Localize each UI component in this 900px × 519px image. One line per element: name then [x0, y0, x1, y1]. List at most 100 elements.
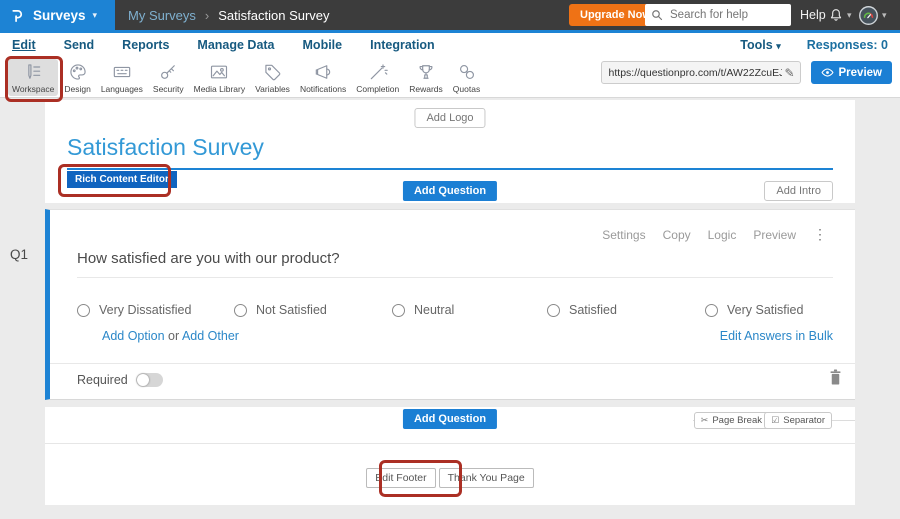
palette-icon	[68, 62, 88, 82]
question-settings-button[interactable]: Settings	[602, 228, 645, 242]
question-logic-button[interactable]: Logic	[708, 228, 737, 242]
toolbar-item-variables[interactable]: Variables	[251, 59, 294, 96]
eye-icon	[821, 66, 834, 79]
edit-url-icon[interactable]: ✎	[784, 66, 794, 80]
survey-header-section: Add Logo Satisfaction Survey Rich Conten…	[45, 100, 855, 203]
notifications-menu[interactable]: ▾	[828, 0, 852, 30]
tab-manage-data[interactable]: Manage Data	[197, 38, 274, 52]
survey-footer-section: Add Question ✂ Page Break ☑ Separator Ed…	[45, 407, 855, 505]
separator-button[interactable]: ☑ Separator	[764, 412, 832, 429]
breadcrumb-my-surveys[interactable]: My Surveys	[128, 8, 196, 23]
question-number: Q1	[10, 247, 28, 262]
product-menu[interactable]: Surveys ▾	[0, 0, 115, 30]
required-toggle[interactable]	[136, 373, 163, 387]
tab-reports[interactable]: Reports	[122, 38, 169, 52]
top-bar: Surveys ▾ My Surveys › Satisfaction Surv…	[0, 0, 900, 30]
add-option-row: Add Option or Add Other	[102, 329, 239, 343]
bell-icon	[828, 7, 844, 23]
chevron-down-icon: ▾	[776, 41, 781, 51]
thank-you-page-button[interactable]: Thank You Page	[439, 468, 534, 488]
edit-footer-button[interactable]: Edit Footer	[366, 468, 435, 488]
option-label[interactable]: Very Dissatisfied	[99, 303, 191, 317]
edit-answers-in-bulk-link[interactable]: Edit Answers in Bulk	[720, 329, 833, 343]
toolbar-item-rewards[interactable]: Rewards	[405, 59, 447, 96]
add-intro-button[interactable]: Add Intro	[764, 181, 833, 201]
chevron-down-icon: ▾	[847, 10, 852, 21]
preview-button[interactable]: Preview	[811, 61, 892, 84]
answer-option: Very Dissatisfied	[77, 303, 191, 317]
add-question-button-bottom[interactable]: Add Question	[403, 409, 497, 429]
image-icon	[209, 62, 229, 82]
question-copy-button[interactable]: Copy	[663, 228, 691, 242]
chain-links-icon	[457, 62, 477, 82]
chevron-down-icon: ▾	[882, 10, 887, 21]
separator-icon: ☑	[771, 415, 779, 426]
megaphone-icon	[313, 62, 333, 82]
question-preview-button[interactable]: Preview	[753, 228, 796, 242]
breadcrumb: My Surveys › Satisfaction Survey	[128, 0, 330, 30]
responses-count[interactable]: Responses: 0	[807, 38, 888, 52]
chevron-down-icon: ▾	[93, 10, 98, 21]
toolbar-item-languages[interactable]: Languages	[97, 59, 147, 96]
radio-button[interactable]	[77, 304, 90, 317]
tab-mobile[interactable]: Mobile	[303, 38, 343, 52]
toolbar-item-security[interactable]: Security	[149, 59, 188, 96]
tab-edit[interactable]: Edit	[12, 38, 36, 52]
tools-dropdown[interactable]: Tools ▾	[740, 38, 780, 52]
add-question-button-top[interactable]: Add Question	[403, 181, 497, 201]
toolbar-item-workspace[interactable]: Workspace	[8, 59, 58, 96]
account-menu[interactable]: ▾	[858, 0, 887, 30]
questionpro-survey-editor: Surveys ▾ My Surveys › Satisfaction Surv…	[0, 0, 900, 519]
scissors-icon: ✂	[701, 415, 709, 426]
toolbar-item-design[interactable]: Design	[60, 59, 94, 96]
search-input[interactable]	[668, 8, 782, 22]
delete-question-icon[interactable]	[828, 368, 843, 386]
toolbar-item-completion[interactable]: Completion	[352, 59, 403, 96]
trophy-icon	[416, 62, 436, 82]
tab-integration[interactable]: Integration	[370, 38, 435, 52]
radio-button[interactable]	[547, 304, 560, 317]
rich-content-editor-button[interactable]: Rich Content Editor	[67, 171, 177, 188]
tab-send[interactable]: Send	[64, 38, 95, 52]
avatar	[858, 5, 879, 26]
survey-url-field[interactable]	[607, 66, 785, 80]
footer-divider	[45, 443, 855, 444]
or-text: or	[168, 329, 179, 343]
survey-url-box: ✎	[601, 61, 801, 84]
radio-button[interactable]	[392, 304, 405, 317]
questionpro-logo-icon	[9, 7, 26, 24]
help-search-box[interactable]	[645, 4, 791, 26]
help-link[interactable]: Help	[800, 0, 826, 30]
question-action-menu: Settings Copy Logic Preview ⋮	[602, 226, 827, 243]
search-icon	[651, 9, 663, 21]
nav-tabs: Edit Send Reports Manage Data Mobile Int…	[12, 38, 435, 52]
breadcrumb-current: Satisfaction Survey	[218, 8, 329, 23]
answer-option: Satisfied	[547, 303, 617, 317]
answer-option: Very Satisfied	[705, 303, 803, 317]
required-row: Required	[77, 373, 163, 387]
option-label[interactable]: Very Satisfied	[727, 303, 803, 317]
option-label[interactable]: Satisfied	[569, 303, 617, 317]
toolbar-item-notifications[interactable]: Notifications	[296, 59, 350, 96]
add-other-link[interactable]: Add Other	[182, 329, 239, 343]
radio-button[interactable]	[705, 304, 718, 317]
breadcrumb-separator: ›	[205, 8, 209, 23]
product-menu-label: Surveys	[33, 8, 86, 23]
radio-button[interactable]	[234, 304, 247, 317]
answer-option: Neutral	[392, 303, 454, 317]
survey-nav: Edit Send Reports Manage Data Mobile Int…	[0, 33, 900, 57]
more-options-icon[interactable]: ⋮	[813, 226, 827, 243]
page-break-button[interactable]: ✂ Page Break	[694, 412, 769, 429]
key-icon	[158, 62, 178, 82]
add-option-link[interactable]: Add Option	[102, 329, 165, 343]
question-text[interactable]: How satisfied are you with our product?	[77, 250, 340, 267]
option-label[interactable]: Not Satisfied	[256, 303, 327, 317]
toolbar-item-media-library[interactable]: Media Library	[190, 59, 250, 96]
survey-title[interactable]: Satisfaction Survey	[67, 134, 264, 161]
card-divider	[50, 363, 855, 364]
add-logo-button[interactable]: Add Logo	[414, 108, 485, 128]
option-label[interactable]: Neutral	[414, 303, 454, 317]
question-divider	[77, 277, 833, 278]
editor-toolbar: Workspace Design Languages Security	[0, 57, 900, 98]
toolbar-item-quotas[interactable]: Quotas	[449, 59, 484, 96]
